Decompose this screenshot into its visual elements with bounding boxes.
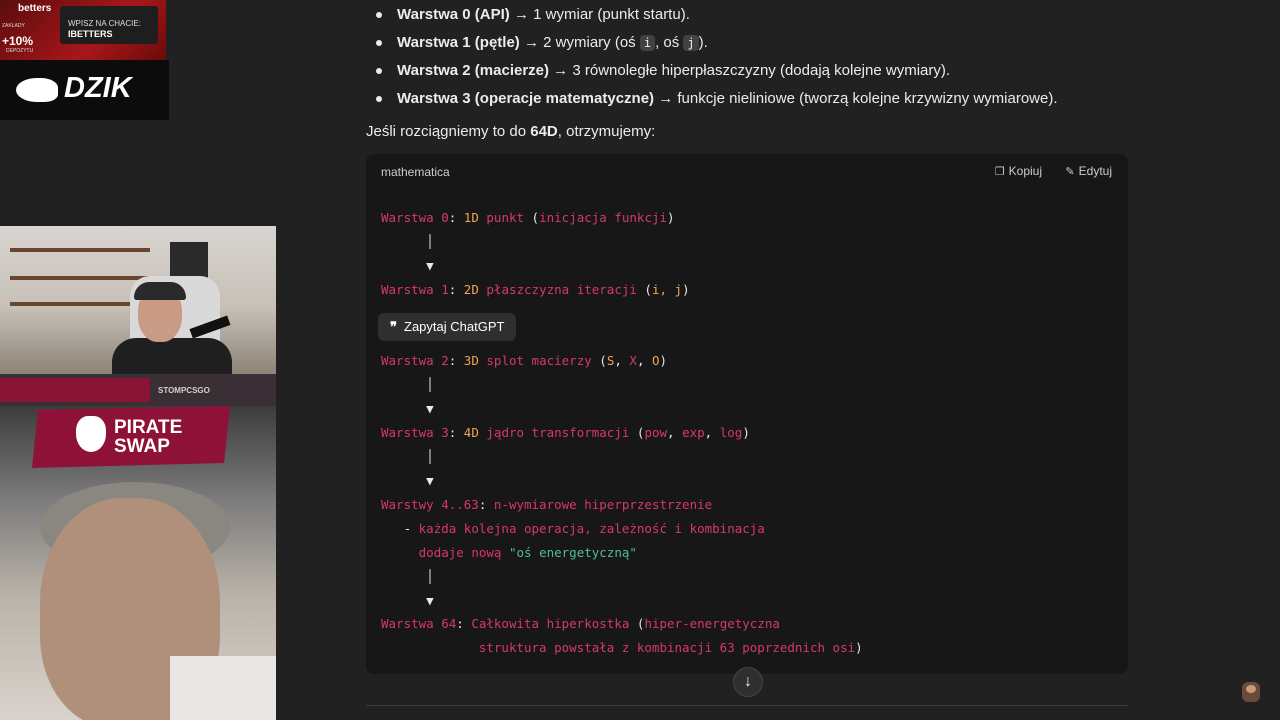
pirate-icon (76, 416, 106, 452)
code-content[interactable]: Warstwa 0: 1D punkt (inicjacja funkcji) … (381, 206, 863, 660)
arrow-down-icon: ↓ (744, 673, 752, 690)
streamer-webcam (0, 226, 276, 374)
copy-button[interactable]: ❐ Kopiuj (995, 164, 1042, 178)
copy-icon: ❐ (994, 166, 1005, 178)
scroll-down-button[interactable]: ↓ (733, 667, 763, 697)
boar-icon (16, 78, 58, 102)
list-item: Warstwa 3 (operacje matematyczne) → funk… (372, 86, 1132, 114)
inline-code: j (683, 35, 699, 51)
list-item: Warstwa 0 (API) → 1 wymiar (punkt startu… (372, 2, 1132, 30)
code-block-header: mathematica ❐ Kopiuj ✎ Edytuj (366, 154, 1128, 190)
list-item: Warstwa 2 (macierze) → 3 równoległe hipe… (372, 58, 1132, 86)
pencil-icon: ✎ (1065, 166, 1075, 178)
stompcsgo-tag: STOMPCSGO (0, 374, 276, 406)
list-item: Warstwa 1 (pętle) → 2 wymiary (oś i, oś … (372, 30, 1132, 58)
dzik-logo: DZIK (0, 60, 169, 120)
quote-icon: ❞ (390, 319, 397, 334)
code-block: mathematica ❐ Kopiuj ✎ Edytuj Warstwa 0: 1… (366, 154, 1128, 674)
inline-code: i (639, 35, 656, 51)
composer-divider (366, 705, 1128, 706)
pirate-swap-logo: PIRATE SWAP (32, 406, 230, 468)
lead-paragraph: Jeśli rozciągniemy to do 64D, otrzymujem… (366, 123, 656, 140)
betters-ad: betters ZAKŁADY +10% DEPOZYTU WPISZ NA C… (0, 0, 166, 60)
ask-chatgpt-button[interactable]: ❞ Zapytaj ChatGPT (378, 313, 517, 341)
edit-button[interactable]: ✎ Edytuj (1065, 164, 1112, 178)
avatar[interactable] (1242, 682, 1260, 702)
bullet-list: Warstwa 0 (API) → 1 wymiar (punkt startu… (372, 2, 1132, 114)
code-language-label: mathematica (381, 165, 450, 179)
